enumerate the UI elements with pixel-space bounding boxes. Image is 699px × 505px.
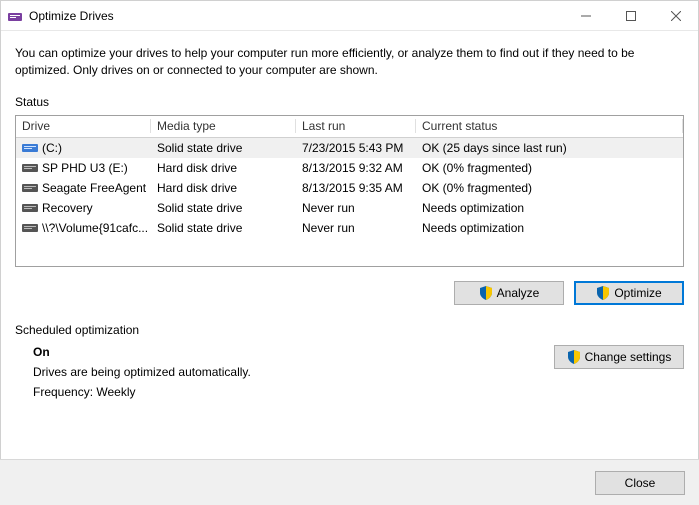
scheduled-section: Scheduled optimization On Drives are bei…	[15, 323, 684, 405]
drive-status: Needs optimization	[416, 221, 683, 235]
scheduled-freq: Frequency: Weekly	[33, 385, 554, 399]
drive-media: Solid state drive	[151, 141, 296, 155]
drive-lastrun: 7/23/2015 5:43 PM	[296, 141, 416, 155]
drive-status: OK (0% fragmented)	[416, 181, 683, 195]
drive-icon	[22, 142, 38, 154]
drive-media: Solid state drive	[151, 221, 296, 235]
col-drive[interactable]: Drive	[16, 119, 151, 133]
close-label: Close	[625, 476, 656, 490]
table-row[interactable]: (C:) Solid state drive7/23/2015 5:43 PMOK…	[16, 138, 683, 158]
col-media[interactable]: Media type	[151, 119, 296, 133]
close-button[interactable]: Close	[595, 471, 685, 495]
drives-list[interactable]: Drive Media type Last run Current status…	[15, 115, 684, 267]
shield-icon	[567, 350, 581, 364]
action-buttons: Analyze Optimize	[15, 281, 684, 305]
change-settings-label: Change settings	[585, 350, 672, 364]
drive-name: Recovery	[42, 201, 93, 215]
scheduled-info: On Drives are being optimized automatica…	[15, 345, 554, 405]
drive-icon	[22, 222, 38, 234]
table-row[interactable]: Recovery Solid state driveNever runNeeds …	[16, 198, 683, 218]
optimize-label: Optimize	[614, 286, 661, 300]
window-title: Optimize Drives	[29, 9, 563, 23]
drive-status: OK (0% fragmented)	[416, 161, 683, 175]
optimize-button[interactable]: Optimize	[574, 281, 684, 305]
col-status[interactable]: Current status	[416, 119, 683, 133]
drive-icon	[22, 162, 38, 174]
app-icon	[7, 8, 23, 24]
drive-name: (C:)	[42, 141, 62, 155]
scheduled-label: Scheduled optimization	[15, 323, 684, 337]
col-lastrun[interactable]: Last run	[296, 119, 416, 133]
drive-name: Seagate FreeAgent	[42, 181, 146, 195]
shield-icon	[479, 286, 493, 300]
table-row[interactable]: Seagate FreeAgent Hard disk drive8/13/201…	[16, 178, 683, 198]
drive-lastrun: 8/13/2015 9:32 AM	[296, 161, 416, 175]
intro-text: You can optimize your drives to help you…	[15, 45, 684, 79]
drive-media: Hard disk drive	[151, 181, 296, 195]
drive-media: Solid state drive	[151, 201, 296, 215]
drive-lastrun: 8/13/2015 9:35 AM	[296, 181, 416, 195]
drive-status: Needs optimization	[416, 201, 683, 215]
analyze-button[interactable]: Analyze	[454, 281, 564, 305]
drive-status: OK (25 days since last run)	[416, 141, 683, 155]
drives-header: Drive Media type Last run Current status	[16, 116, 683, 138]
drive-lastrun: Never run	[296, 221, 416, 235]
drive-lastrun: Never run	[296, 201, 416, 215]
content-area: You can optimize your drives to help you…	[1, 31, 698, 405]
table-row[interactable]: SP PHD U3 (E:) Hard disk drive8/13/2015 9…	[16, 158, 683, 178]
drive-name: SP PHD U3 (E:)	[42, 161, 128, 175]
drive-name: \\?\Volume{91cafc...	[42, 221, 148, 235]
shield-icon	[596, 286, 610, 300]
analyze-label: Analyze	[497, 286, 540, 300]
titlebar: Optimize Drives	[1, 1, 698, 31]
scheduled-state: On	[33, 345, 554, 359]
minimize-button[interactable]	[563, 1, 608, 31]
footer: Close	[0, 459, 699, 505]
change-settings-button[interactable]: Change settings	[554, 345, 684, 369]
drive-icon	[22, 182, 38, 194]
maximize-button[interactable]	[608, 1, 653, 31]
drive-media: Hard disk drive	[151, 161, 296, 175]
status-label: Status	[15, 95, 684, 109]
table-row[interactable]: \\?\Volume{91cafc...Solid state driveNev…	[16, 218, 683, 238]
drive-icon	[22, 202, 38, 214]
scheduled-desc: Drives are being optimized automatically…	[33, 365, 554, 379]
close-window-button[interactable]	[653, 1, 698, 31]
